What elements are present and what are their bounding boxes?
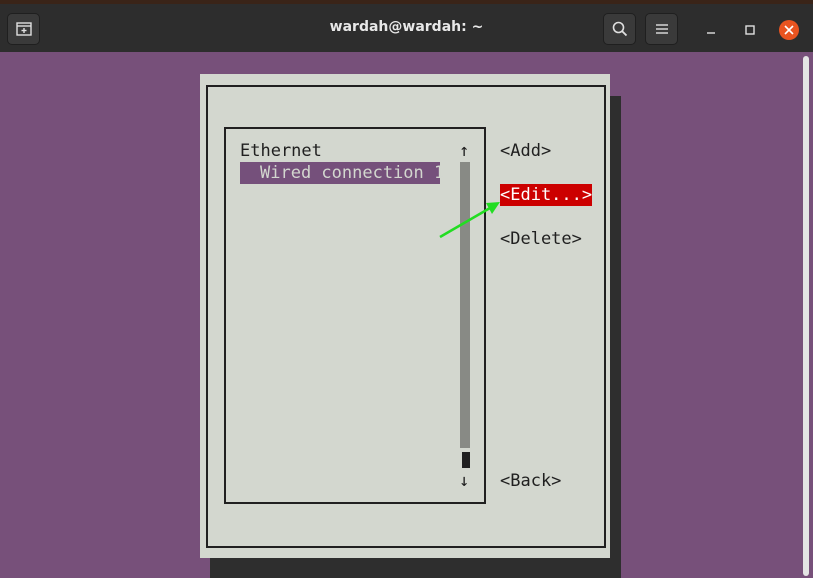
add-button[interactable]: <Add> (500, 140, 551, 162)
menu-button[interactable] (645, 13, 678, 45)
minimize-button[interactable] (700, 19, 722, 41)
edit-button[interactable]: <Edit...> (500, 184, 593, 206)
search-icon (612, 21, 627, 37)
title-bar: wardah@wardah: ~ (0, 0, 813, 52)
back-button[interactable]: <Back> (500, 470, 561, 492)
close-button[interactable] (778, 19, 800, 41)
list-scrollbar-track[interactable] (460, 162, 470, 448)
delete-button[interactable]: <Delete> (500, 228, 582, 250)
scroll-up-arrow-icon[interactable]: ↑ (459, 140, 469, 162)
maximize-icon (745, 25, 755, 35)
terminal-scrollbar-thumb[interactable] (803, 56, 809, 576)
window-title: wardah@wardah: ~ (329, 19, 484, 35)
list-scrollbar-thumb[interactable] (462, 452, 470, 468)
list-header-ethernet: Ethernet (240, 141, 322, 161)
terminal-scrollbar[interactable] (801, 52, 811, 578)
scroll-down-arrow-icon[interactable]: ↓ (459, 470, 469, 492)
close-icon (779, 20, 799, 40)
search-button[interactable] (603, 13, 636, 45)
maximize-button[interactable] (739, 19, 761, 41)
hamburger-menu-icon (655, 24, 668, 34)
list-item-wired-connection[interactable]: Wired connection 1 (240, 162, 444, 184)
minimize-icon (707, 32, 715, 34)
